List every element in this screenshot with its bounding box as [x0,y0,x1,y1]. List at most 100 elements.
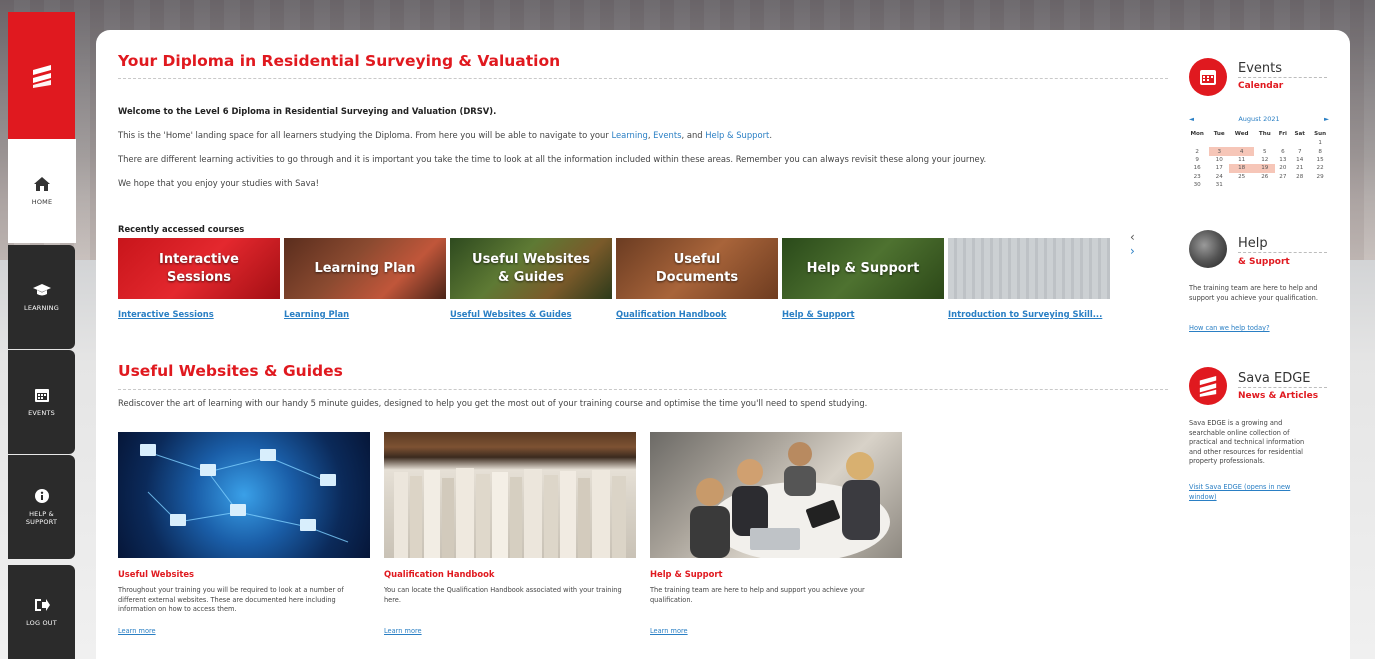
network-folders-illustration [140,444,349,543]
course-tile-useful-websites[interactable]: Useful Websites & Guides [450,238,612,299]
calendar-grid: Mon Tue Wed Thu Fri Sat Sun 1 2 3 4 5 6 7 8 9 10 11 12 13 1… [1185,129,1331,189]
calendar-day[interactable]: 14 [1290,156,1309,164]
calendar-day[interactable]: 4 [1229,147,1255,156]
calendar-day[interactable]: 23 [1185,173,1209,181]
nav-home-label: HOME [31,198,53,206]
calendar-day[interactable]: 17 [1209,164,1229,172]
nav-learning[interactable]: LEARNING [8,245,75,349]
sava-edge-link[interactable]: Visit Sava EDGE (opens in new window) [1189,483,1313,502]
calendar-day[interactable]: 18 [1229,164,1255,173]
course-tile-interactive-sessions[interactable]: Interactive Sessions [118,238,280,299]
course-link-useful-websites[interactable]: Useful Websites & Guides [450,309,612,319]
intro-separator: , and [681,130,706,140]
course-link-qualification-handbook[interactable]: Qualification Handbook [616,309,778,319]
calendar-icon [1200,70,1216,85]
calendar-day[interactable]: 29 [1309,173,1331,181]
page-title: Your Diploma in Residential Surveying & … [118,52,561,70]
calendar-day[interactable]: 12 [1254,156,1275,164]
calendar-day[interactable]: 27 [1275,173,1290,181]
course-link-learning-plan[interactable]: Learning Plan [284,309,446,319]
useful-websites-title[interactable]: Useful Websites [118,569,194,579]
qualification-handbook-image[interactable] [384,432,636,558]
events-divider [1238,77,1327,78]
calendar-day[interactable]: 16 [1185,164,1209,172]
help-link[interactable]: How can we help today? [1189,324,1319,334]
carousel-next-button[interactable]: › [1130,244,1135,258]
nav-events[interactable]: EVENTS [8,350,75,454]
course-tile-useful-documents[interactable]: Useful Documents [616,238,778,299]
calendar-day[interactable]: 1 [1309,139,1331,147]
useful-websites-learn-more[interactable]: Learn more [118,627,156,635]
course-link-help-support[interactable]: Help & Support [782,309,944,319]
calendar-day[interactable]: 2 [1185,147,1209,155]
content-card: Your Diploma in Residential Surveying & … [96,30,1350,659]
calendar-empty-cell [1290,139,1309,147]
enjoy-paragraph: We hope that you enjoy your studies with… [118,178,320,188]
calendar-day[interactable]: 30 [1185,181,1209,189]
qualification-handbook-learn-more[interactable]: Learn more [384,627,422,635]
sava-edge-subtitle: News & Articles [1238,391,1319,401]
calendar-day[interactable]: 21 [1290,164,1309,172]
calendar-day[interactable]: 9 [1185,156,1209,164]
calendar-day[interactable]: 26 [1254,173,1275,181]
logout-icon [34,599,50,611]
nav-logout[interactable]: LOG OUT [8,565,75,659]
calendar-empty-cell [1254,181,1275,189]
calendar-day[interactable]: 25 [1229,173,1254,181]
course-tile-learning-plan[interactable]: Learning Plan [284,238,446,299]
calendar-weekday: Mon [1190,131,1204,137]
useful-websites-image[interactable] [118,432,370,558]
guides-divider [118,389,1168,390]
course-link-interactive-sessions[interactable]: Interactive Sessions [118,309,280,319]
calendar-week: 16 17 18 19 20 21 22 [1185,164,1331,173]
help-support-link[interactable]: Help & Support [705,130,769,140]
calendar-day[interactable]: 19 [1254,164,1276,173]
help-team-avatar [1189,230,1227,268]
calendar-day[interactable]: 13 [1275,156,1290,164]
calendar-empty-cell [1229,139,1254,147]
help-support-title[interactable]: Help & Support [650,569,723,579]
events-link[interactable]: Events [653,130,681,140]
calendar-empty-cell [1275,139,1290,147]
calendar-day[interactable]: 31 [1209,181,1229,189]
learning-link[interactable]: Learning [611,130,647,140]
sava-edge-title: Sava EDGE [1238,371,1311,386]
calendar-day[interactable]: 24 [1209,173,1229,181]
calendar-day[interactable]: 3 [1209,147,1230,156]
calendar-day[interactable]: 10 [1209,156,1229,164]
course-link-intro-surveying[interactable]: Introduction to Surveying Skill... [948,309,1110,319]
events-title: Events [1238,61,1283,76]
calendar-empty-cell [1254,139,1275,147]
sava-edge-badge [1189,367,1227,405]
books-illustration [394,468,626,558]
calendar-weekday: Sun [1314,131,1327,137]
calendar-day[interactable]: 11 [1229,156,1254,164]
carousel-prev-button[interactable]: ‹ [1130,230,1135,244]
calendar-day[interactable]: 6 [1275,147,1290,155]
calendar-empty-cell [1209,139,1229,147]
qualification-handbook-title[interactable]: Qualification Handbook [384,569,495,579]
calendar-week: 2345678 [1185,147,1331,156]
sava-edge-text: Sava EDGE is a growing and searchable on… [1189,419,1305,466]
calendar-day[interactable]: 8 [1309,147,1331,155]
calendar-day[interactable]: 20 [1275,164,1290,172]
calendar-day[interactable]: 7 [1290,147,1309,155]
calendar-month: August 2021 [1238,115,1280,123]
help-support-image[interactable] [650,432,902,558]
calendar-next-button[interactable]: ► [1324,115,1329,123]
course-tile-help-support[interactable]: Help & Support [782,238,944,299]
calendar-day[interactable]: 22 [1309,164,1331,172]
team-photo-illustration [690,442,890,558]
calendar-weekday: Sat [1294,131,1305,137]
calendar-day[interactable]: 15 [1309,156,1331,164]
help-support-learn-more[interactable]: Learn more [650,627,688,635]
nav-home[interactable]: HOME [8,139,76,243]
course-tile-text: Help & Support [806,260,920,276]
nav-help-support[interactable]: HELP & SUPPORT [8,455,75,559]
course-tile-intro-surveying[interactable] [948,238,1110,299]
sidebar: HOME LEARNING EVENTS HELP & SUPPORT LOG [8,12,76,659]
calendar-day[interactable]: 28 [1290,173,1309,181]
sava-logo[interactable] [8,12,75,139]
calendar-icon [34,389,49,402]
calendar-day[interactable]: 5 [1254,147,1275,155]
